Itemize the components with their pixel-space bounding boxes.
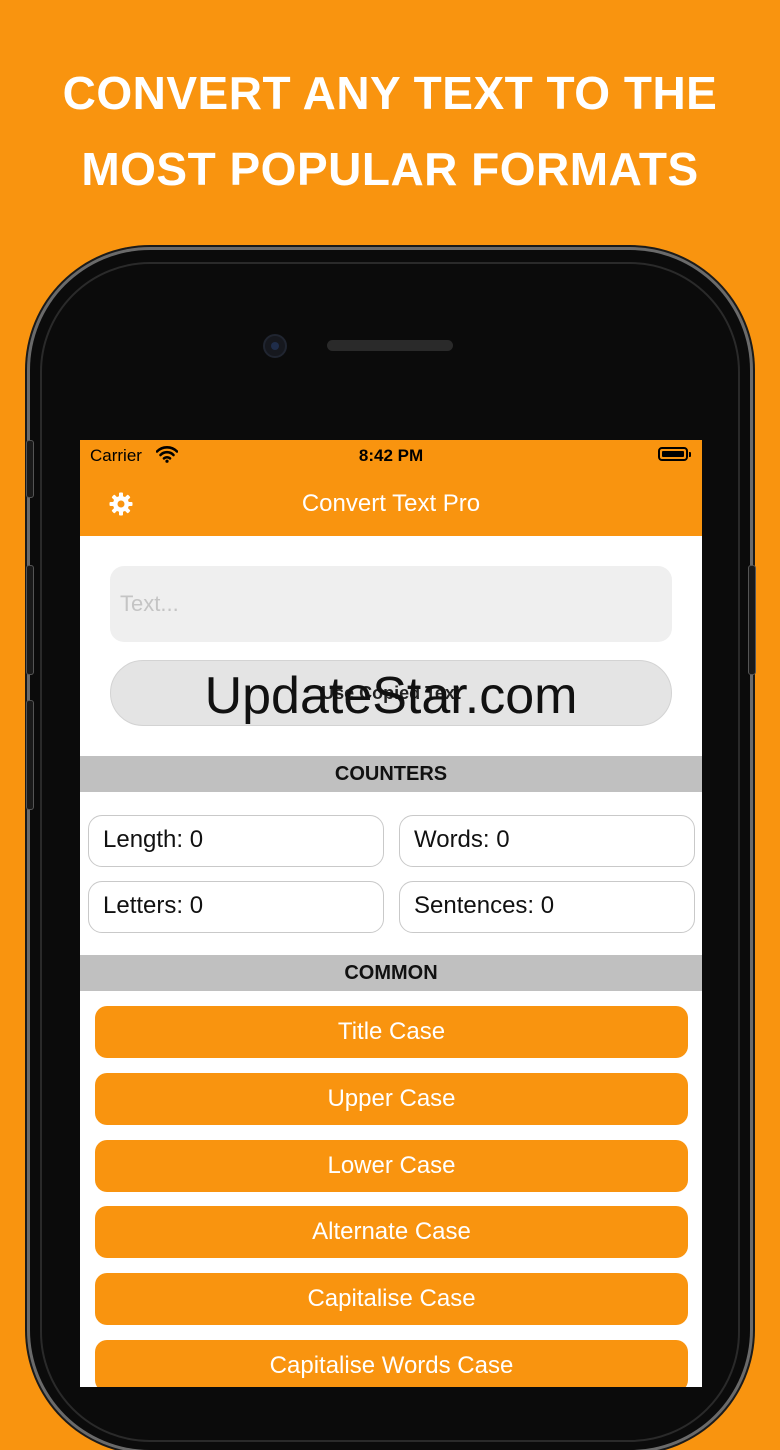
nav-title: Convert Text Pro <box>301 490 481 517</box>
phone-volume-down <box>26 700 34 810</box>
headline-line-1: CONVERT ANY TEXT TO THE <box>62 67 718 119</box>
battery-icon <box>658 447 691 461</box>
title-case-button[interactable]: Title Case <box>95 1006 688 1058</box>
lower-case-button[interactable]: Lower Case <box>95 1140 688 1192</box>
text-input[interactable] <box>110 566 672 642</box>
letters-counter: Letters: 0 <box>88 881 384 933</box>
earpiece-speaker <box>327 340 453 351</box>
upper-case-button[interactable]: Upper Case <box>95 1073 688 1125</box>
phone-power-button <box>748 565 756 675</box>
front-camera <box>263 334 287 358</box>
sentences-counter: Sentences: 0 <box>399 881 695 933</box>
common-section-header: COMMON <box>80 955 702 991</box>
words-counter: Words: 0 <box>399 815 695 867</box>
phone-volume-up <box>26 565 34 675</box>
alternate-case-button[interactable]: Alternate Case <box>95 1206 688 1258</box>
status-bar: Carrier 8:42 PM <box>80 440 702 472</box>
phone-mute-switch <box>26 440 34 498</box>
length-counter: Length: 0 <box>88 815 384 867</box>
use-copied-text-button[interactable]: Use Copied Text <box>110 660 672 726</box>
app-screen: Carrier 8:42 PM Convert Text Pro Text...… <box>80 440 702 1387</box>
capitalise-case-button[interactable]: Capitalise Case <box>95 1273 688 1325</box>
counters-section-header: COUNTERS <box>80 756 702 792</box>
status-time: 8:42 PM <box>358 446 424 465</box>
headline-line-2: MOST POPULAR FORMATS <box>81 143 699 195</box>
capitalise-words-case-button[interactable]: Capitalise Words Case <box>95 1340 688 1387</box>
navigation-bar: Convert Text Pro <box>80 472 702 536</box>
